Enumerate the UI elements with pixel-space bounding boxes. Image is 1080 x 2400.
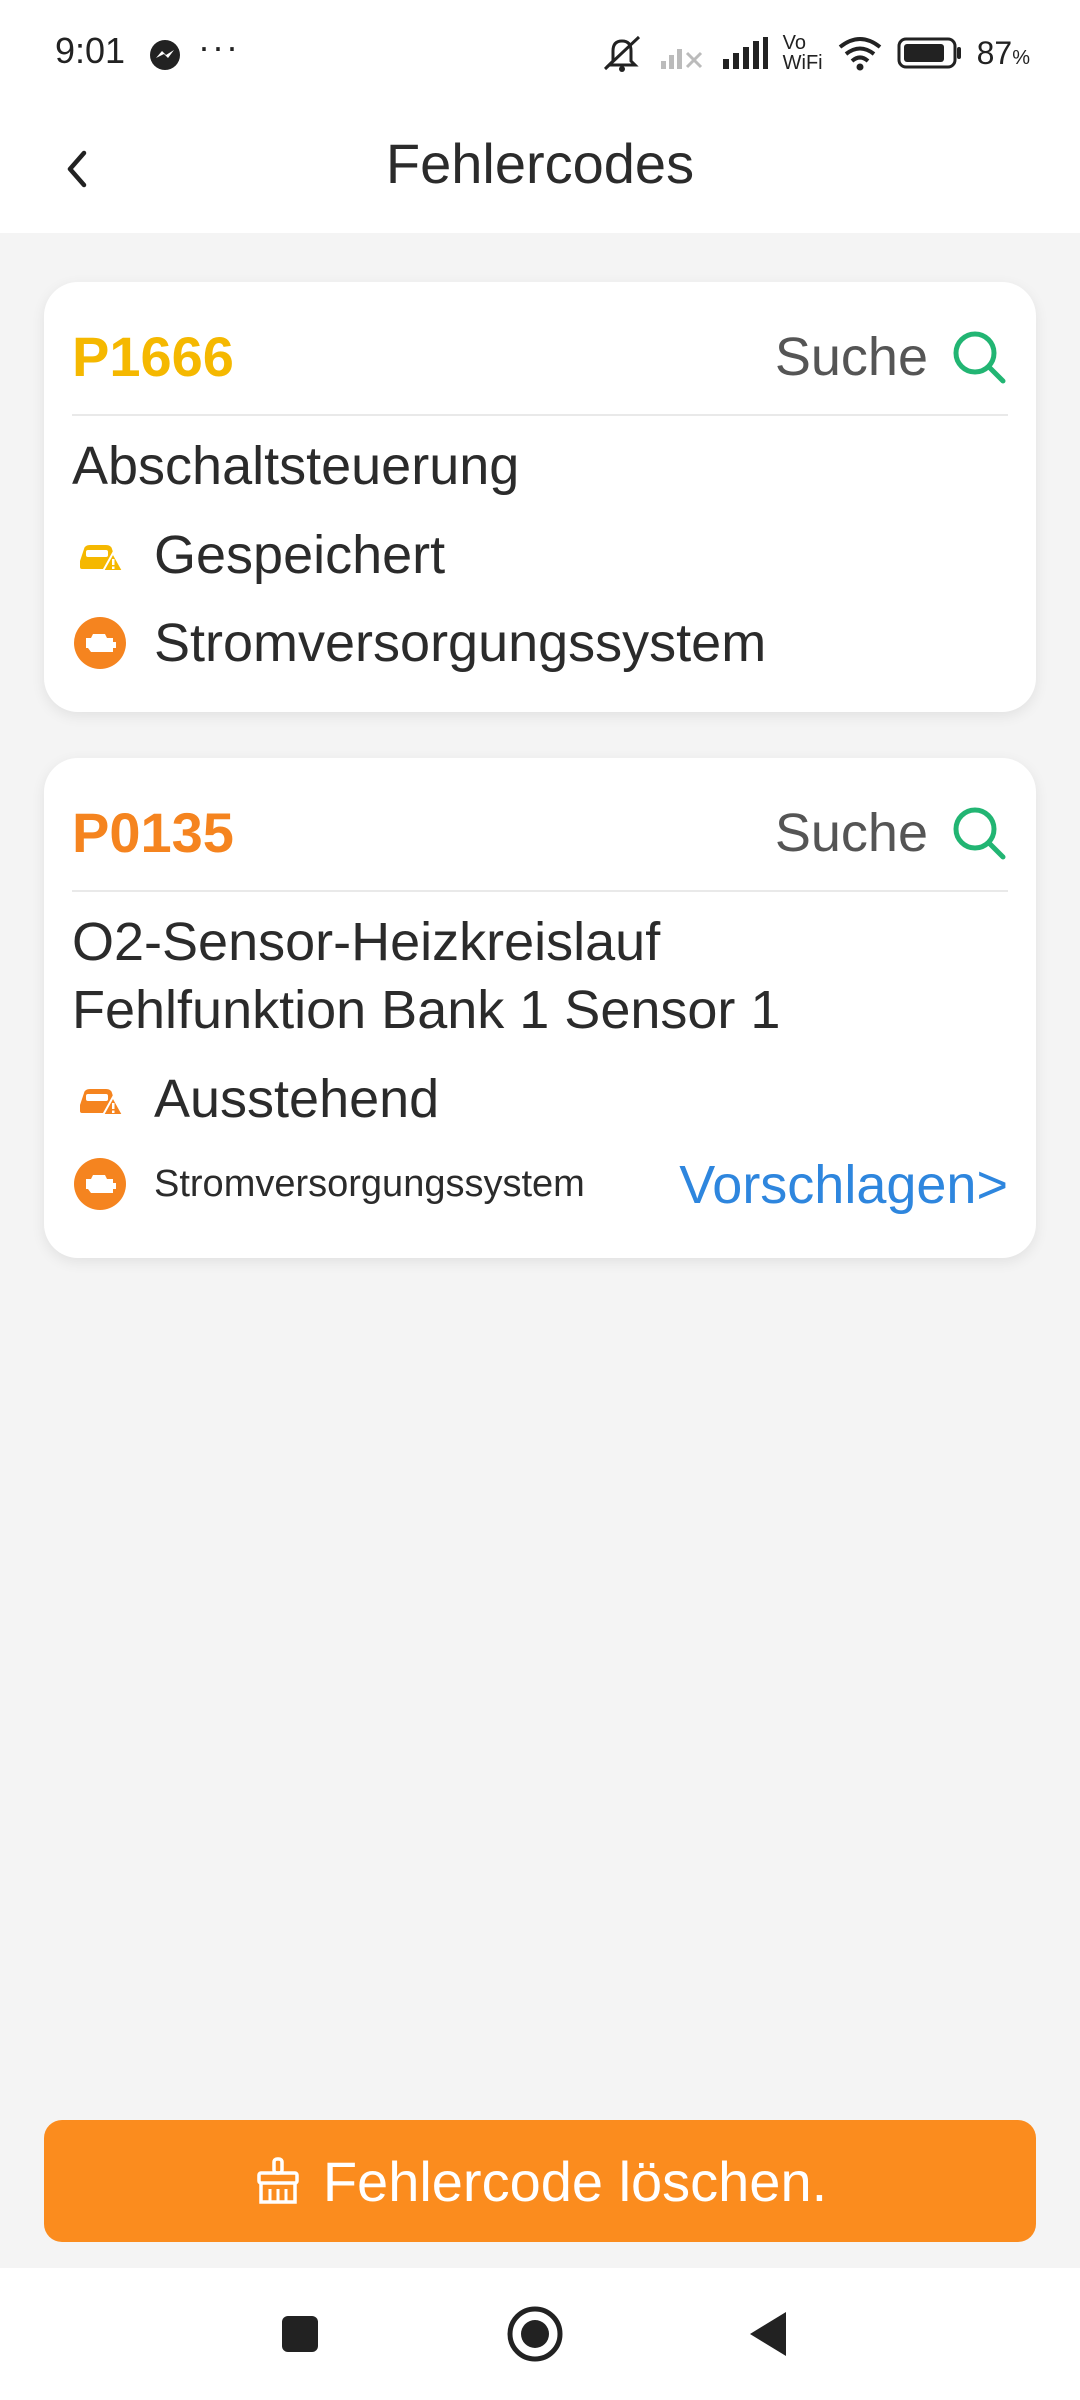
- status-right-group: Vo WiFi 87%: [599, 28, 1030, 78]
- clear-button-label: Fehlercode löschen.: [322, 2149, 828, 2213]
- system-row: Stromversorgungssystem: [72, 612, 766, 674]
- signal-x-icon: [660, 49, 702, 69]
- mute-icon: [603, 35, 640, 72]
- card-header: P1666 Suche: [72, 282, 1008, 416]
- more-dots-icon: ···: [198, 26, 240, 67]
- system-nav-bar: [0, 2268, 1080, 2400]
- app-header: Fehlercodes: [0, 105, 1080, 233]
- messenger-icon: [150, 40, 180, 70]
- clear-fault-codes-button[interactable]: Fehlercode löschen.: [44, 2120, 1036, 2242]
- battery-percent: 87%: [976, 34, 1030, 71]
- vowifi-bottom: WiFi: [782, 52, 823, 74]
- fault-description-line: O2-Sensor-Heizkreislauf: [72, 912, 661, 972]
- back-triangle-icon[interactable]: [740, 2304, 800, 2364]
- status-time: 9:01: [55, 30, 126, 71]
- system-label: Stromversorgungssystem: [154, 1162, 585, 1205]
- system-row: Stromversorgungssystem: [72, 1156, 585, 1212]
- battery-icon: [897, 37, 961, 69]
- vowifi-top: Vo: [782, 32, 806, 54]
- fault-description-line: Fehlfunktion Bank 1 Sensor 1: [72, 980, 781, 1040]
- card-header: P0135 Suche: [72, 758, 1008, 892]
- status-label: Gespeichert: [154, 525, 446, 585]
- engine-icon: [72, 1156, 128, 1212]
- status-bar: 9:01 ··· Vo WiFi 87%: [0, 0, 1080, 105]
- car-warning-icon: [72, 527, 128, 583]
- fault-code-card[interactable]: P0135 Suche O2-Sensor-Heizkreislauf Fehl…: [44, 758, 1036, 1258]
- wifi-icon: [838, 37, 881, 71]
- fault-description: Abschaltsteuerung: [72, 432, 1008, 500]
- search-button[interactable]: Suche: [775, 326, 1008, 388]
- fault-description-line: Abschaltsteuerung: [72, 436, 520, 496]
- status-label: Ausstehend: [154, 1069, 440, 1129]
- page-title: Fehlercodes: [385, 132, 695, 195]
- fault-description: O2-Sensor-Heizkreislauf Fehlfunktion Ban…: [72, 908, 1008, 1044]
- recents-square-icon[interactable]: [270, 2304, 330, 2364]
- vowifi-icon: Vo WiFi: [783, 33, 823, 73]
- signal-icon: [722, 37, 768, 69]
- fault-code-card[interactable]: P1666 Suche Abschaltsteuerung Gespeicher…: [44, 282, 1036, 712]
- search-icon: [953, 807, 1006, 860]
- broom-icon: [257, 2157, 299, 2204]
- search-label: Suche: [774, 327, 928, 387]
- battery-percent-value: 87: [976, 34, 1013, 71]
- status-row: Ausstehend: [72, 1068, 439, 1130]
- fault-code: P1666: [72, 325, 234, 388]
- fault-code: P0135: [72, 801, 234, 864]
- car-warning-icon: [72, 1071, 128, 1127]
- engine-icon: [72, 615, 128, 671]
- search-icon: [953, 331, 1006, 384]
- home-circle-icon[interactable]: [505, 2304, 565, 2364]
- system-label: Stromversorgungssystem: [154, 613, 767, 673]
- suggest-link[interactable]: Vorschlagen>: [679, 1154, 1008, 1216]
- search-button[interactable]: Suche: [775, 802, 1008, 864]
- search-label: Suche: [774, 803, 928, 863]
- status-row: Gespeichert: [72, 524, 445, 586]
